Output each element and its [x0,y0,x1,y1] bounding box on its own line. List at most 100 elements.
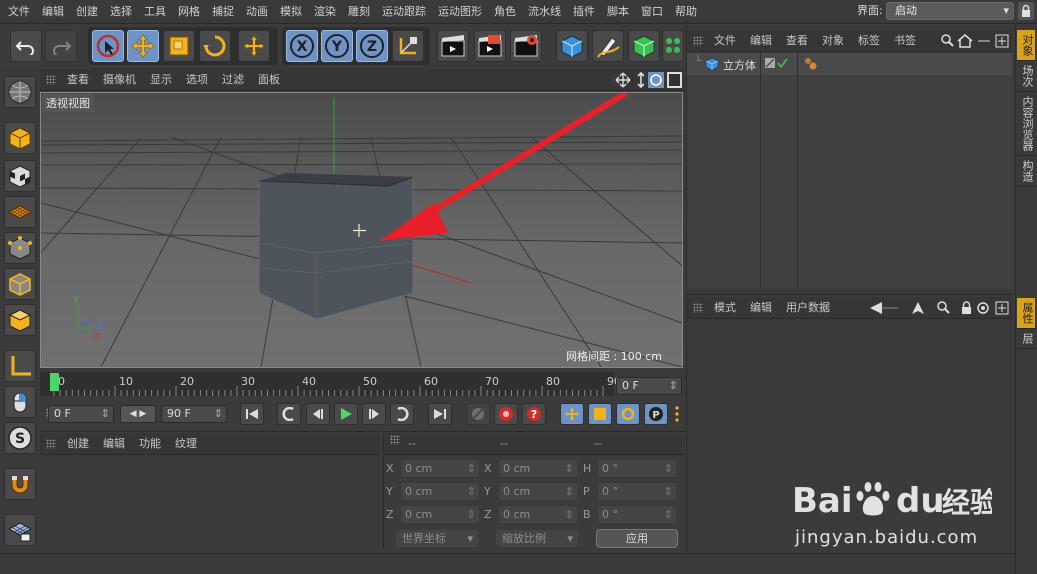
menu-item-11[interactable]: 运动跟踪 [376,0,432,24]
pan-icon[interactable] [615,72,631,88]
menu-item-5[interactable]: 网格 [172,0,206,24]
viewport-menu-item-5[interactable]: 面板 [251,69,287,91]
cube-primitive-button[interactable] [556,30,588,62]
attribute-manager-menu-item-1[interactable]: 编辑 [743,297,779,319]
polygons-mode-button[interactable] [4,304,36,336]
layout-select[interactable]: 启动 ▾ [886,2,1014,20]
menu-item-16[interactable]: 脚本 [601,0,635,24]
live-selection-button[interactable] [92,30,124,62]
scale-tool-button[interactable] [163,30,195,62]
tweak-mode-button[interactable] [4,386,36,418]
render-settings-button[interactable] [510,30,542,62]
playhead[interactable] [50,373,59,391]
menu-item-1[interactable]: 编辑 [36,0,70,24]
spline-pen-button[interactable] [592,30,624,62]
new-panel-icon[interactable] [995,34,1009,48]
menu-item-17[interactable]: 窗口 [635,0,669,24]
auto-key-button[interactable] [494,403,518,425]
goto-start-button[interactable] [240,403,264,425]
start-frame-field[interactable]: 0 F ⇕ [48,405,114,423]
viewport-menu-item-1[interactable]: 摄像机 [96,69,143,91]
coord-field[interactable]: 0 cm ⇕ [498,459,578,478]
edges-mode-button[interactable] [4,268,36,300]
prev-frame-button[interactable] [306,403,330,425]
rotate-tool-button[interactable] [199,30,231,62]
material-tag-icon[interactable] [804,57,818,71]
right-tab-bottom-0[interactable]: 属性 [1017,298,1035,329]
next-key-button[interactable] [390,403,414,425]
object-manager-menu-item-0[interactable]: 文件 [707,30,743,52]
more-icon[interactable] [673,405,681,423]
undo-button[interactable] [10,30,42,62]
object-manager-menu-item-5[interactable]: 书签 [887,30,923,52]
record-off-button[interactable] [466,403,490,425]
coord-field[interactable]: 0 cm ⇕ [400,482,480,501]
rotate-view-icon[interactable] [648,72,664,88]
attribute-manager-menu-item-0[interactable]: 模式 [707,297,743,319]
z-axis-lock-button[interactable]: Z [356,30,388,62]
menu-item-6[interactable]: 捕捉 [206,0,240,24]
search-icon[interactable] [937,301,950,314]
menu-item-13[interactable]: 角色 [488,0,522,24]
viewport-menu-item-3[interactable]: 选项 [179,69,215,91]
render-picture-viewer-button[interactable] [474,30,506,62]
lock-icon[interactable] [962,301,971,314]
world-coords-select[interactable]: 世界坐标 ▾ [396,530,478,547]
coord-field[interactable]: 0 cm ⇕ [498,505,578,524]
perspective-viewport[interactable]: Y Z X [0,90,802,368]
object-name[interactable]: 立方体 [723,57,756,73]
menu-item-8[interactable]: 模拟 [274,0,308,24]
prev-key-button[interactable] [277,403,301,425]
layout-lock-button[interactable] [1018,2,1034,20]
key-rotation-button[interactable] [616,403,640,425]
menu-item-10[interactable]: 雕刻 [342,0,376,24]
back-arrow-icon[interactable] [870,302,898,314]
object-manager-menu-item-2[interactable]: 查看 [779,30,815,52]
workplane-lock-button[interactable] [4,514,36,546]
up-arrow-icon[interactable] [912,302,924,314]
play-button[interactable] [334,403,358,425]
new-panel-icon[interactable] [995,301,1009,315]
range-slider[interactable]: ◀ ▶ [120,405,156,423]
cube-object[interactable] [258,173,414,320]
texture-mode-button[interactable] [4,160,36,192]
right-tab-top-0[interactable]: 对象 [1017,30,1035,61]
workplane-mode-button[interactable] [4,196,36,228]
coord-field[interactable]: 0 ° ⇕ [597,459,677,478]
snap-button[interactable]: S [4,422,36,454]
points-mode-button[interactable] [4,232,36,264]
end-frame-field[interactable]: 90 F ⇕ [161,405,227,423]
menu-item-14[interactable]: 流水线 [522,0,567,24]
search-icon[interactable] [941,34,954,47]
viewport-menu-item-0[interactable]: 查看 [60,69,96,91]
material-manager-menu-item-2[interactable]: 功能 [132,433,168,455]
key-position-button[interactable] [560,403,584,425]
material-manager-menu-item-3[interactable]: 纹理 [168,433,204,455]
menu-item-2[interactable]: 创建 [70,0,104,24]
menu-item-18[interactable]: 帮助 [669,0,703,24]
menu-item-7[interactable]: 动画 [240,0,274,24]
visibility-toggles[interactable] [765,58,795,70]
material-manager-menu-item-0[interactable]: 创建 [60,433,96,455]
current-frame-field[interactable]: 0 F ⇕ [616,377,682,395]
right-tab-top-3[interactable]: 构造 [1017,156,1035,187]
magnet-button[interactable] [4,468,36,500]
right-tab-top-2[interactable]: 内容浏览器 [1017,92,1035,156]
move-tool-button[interactable] [127,30,159,62]
scale-mode-select[interactable]: 缩放比例 ▾ [496,530,578,547]
coord-field[interactable]: 0 cm ⇕ [498,482,578,501]
redo-button[interactable] [45,30,77,62]
object-manager-menu-item-1[interactable]: 编辑 [743,30,779,52]
viewport-menu-item-2[interactable]: 显示 [143,69,179,91]
subdivision-button[interactable] [628,30,660,62]
list-item[interactable]: └ 立方体 [687,53,1012,75]
next-frame-button[interactable] [362,403,386,425]
make-editable-button[interactable] [4,76,36,108]
material-manager-menu-item-1[interactable]: 编辑 [96,433,132,455]
coord-field[interactable]: 0 ° ⇕ [597,505,677,524]
object-manager-menu-item-3[interactable]: 对象 [815,30,851,52]
y-axis-lock-button[interactable]: Y [321,30,353,62]
menu-item-9[interactable]: 渲染 [308,0,342,24]
mograph-cloner-button[interactable] [662,30,684,62]
x-axis-lock-button[interactable]: X [286,30,318,62]
